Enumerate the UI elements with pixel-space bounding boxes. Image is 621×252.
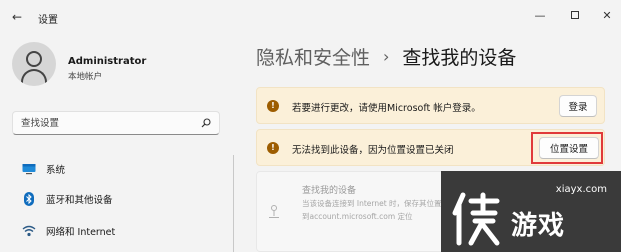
close-icon: ✕	[602, 8, 612, 22]
watermark: xiayx.com 游戏	[441, 171, 621, 252]
location-off-text: 无法找到此设备，因为位置设置已关闭	[292, 145, 454, 156]
sidebar-item-label: 蓝牙和其他设备	[46, 195, 113, 206]
avatar[interactable]	[12, 42, 56, 86]
location-person-icon	[269, 205, 279, 218]
sidebar-divider	[233, 155, 234, 252]
maximize-button[interactable]	[560, 5, 590, 25]
warning-icon: !	[267, 142, 279, 154]
minimize-icon: —	[534, 8, 546, 22]
sidebar-item-label: 网络和 Internet	[46, 227, 116, 238]
back-button[interactable]: ←	[12, 10, 22, 24]
app-title: 设置	[38, 15, 58, 26]
warning-icon: !	[267, 100, 279, 112]
watermark-logo-icon	[452, 192, 500, 246]
sidebar-item-bluetooth[interactable]: 蓝牙和其他设备	[12, 187, 222, 211]
sidebar-item-network[interactable]: 网络和 Internet	[12, 219, 222, 243]
search-icon[interactable]	[201, 118, 211, 128]
avatar-head-icon	[26, 51, 42, 67]
breadcrumb-separator-icon: ›	[383, 47, 390, 66]
watermark-text: 游戏	[511, 211, 566, 241]
breadcrumb-parent[interactable]: 隐私和安全性	[256, 43, 370, 70]
search-input[interactable]	[21, 116, 191, 131]
login-warning-text: 若要进行更改，请使用Microsoft 帐户登录。	[292, 103, 481, 114]
minimize-button[interactable]: —	[525, 5, 555, 25]
maximize-icon	[571, 11, 579, 19]
bluetooth-icon	[22, 192, 36, 206]
close-button[interactable]: ✕	[592, 5, 621, 25]
find-my-device-title: 查找我的设备	[302, 186, 357, 196]
search-box[interactable]	[12, 111, 220, 135]
location-off-card: ! 无法找到此设备，因为位置设置已关闭 位置设置	[256, 129, 605, 166]
title-bar: ← 设置 — ✕	[0, 0, 621, 34]
avatar-body-icon	[21, 69, 47, 85]
user-name: Administrator	[68, 56, 147, 67]
find-my-device-description: 当该设备连接到 Internet 时，保存其位置，转到account.micro…	[302, 199, 457, 221]
network-icon	[22, 224, 36, 238]
sidebar-item-system[interactable]: 系统	[12, 157, 222, 181]
login-warning-card: ! 若要进行更改，请使用Microsoft 帐户登录。 登录	[256, 87, 605, 124]
watermark-url: xiayx.com	[555, 184, 607, 195]
monitor-icon	[22, 162, 36, 176]
location-settings-button[interactable]: 位置设置	[539, 137, 599, 159]
login-button[interactable]: 登录	[559, 95, 597, 117]
breadcrumb: 隐私和安全性 › 查找我的设备	[256, 43, 516, 70]
sidebar-item-label: 系统	[46, 165, 66, 176]
account-type: 本地帐户	[68, 72, 103, 82]
page-title: 查找我的设备	[402, 47, 517, 69]
